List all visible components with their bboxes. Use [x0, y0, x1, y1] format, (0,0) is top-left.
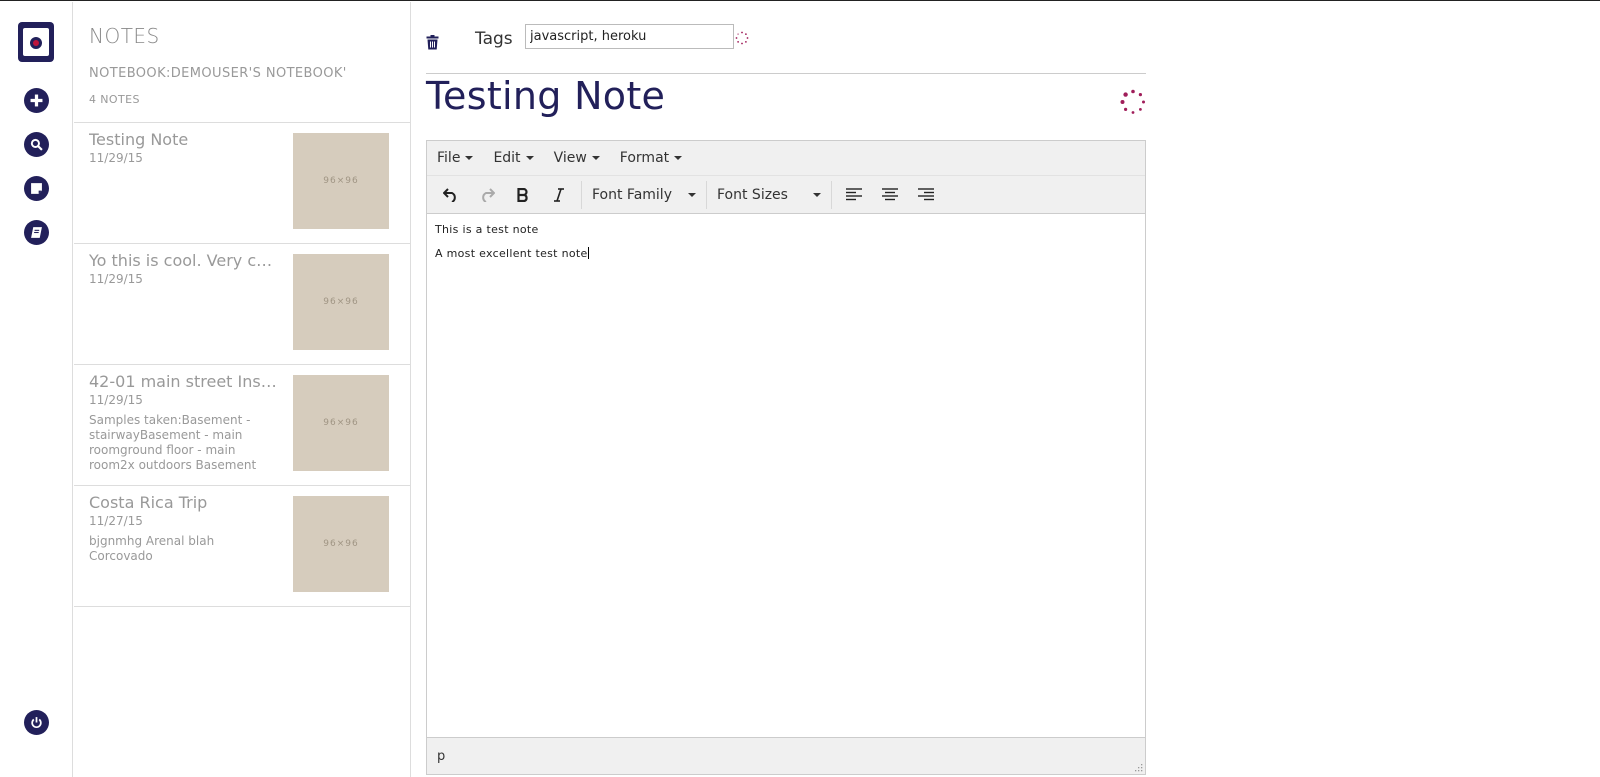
app-logo-icon[interactable]: [18, 22, 54, 62]
menu-view[interactable]: View: [554, 150, 600, 166]
notes-pane: NOTES NOTEBOOK:DEMOUSER'S NOTEBOOK' 4 NO…: [74, 2, 411, 777]
power-icon: [31, 717, 42, 728]
notebooks-button[interactable]: [24, 220, 49, 245]
menu-edit-label: Edit: [493, 150, 521, 166]
align-right-icon: [918, 187, 934, 200]
note-topbar: Tags: [426, 2, 1146, 74]
search-icon: [30, 138, 43, 151]
note-list-item[interactable]: Costa Rica Trip 11/27/15 bjgnmhg Arenal …: [74, 486, 410, 607]
notebook-name: NOTEBOOK:DEMOUSER'S NOTEBOOK': [89, 66, 347, 81]
trash-icon[interactable]: [426, 35, 439, 50]
note-thumbnail: 96×96: [293, 254, 389, 350]
content-paragraph: This is a test note: [435, 223, 539, 236]
element-path[interactable]: p: [437, 749, 445, 764]
editor-content-area[interactable]: This is a test note A most excellent tes…: [427, 214, 1145, 738]
editor-toolbar: Font Family Font Sizes: [427, 176, 1145, 214]
note-item-title: 42-01 main street Inspection: [89, 372, 279, 391]
note-item-snippet: Samples taken:Basement - stairwayBasemen…: [89, 413, 257, 472]
notes-header: NOTES NOTEBOOK:DEMOUSER'S NOTEBOOK' 4 NO…: [74, 2, 410, 123]
toolbar-divider: [581, 180, 582, 209]
notes-button[interactable]: [24, 176, 49, 201]
align-left-icon: [846, 187, 862, 200]
align-center-icon: [882, 187, 898, 200]
menu-file[interactable]: File: [437, 150, 474, 166]
menu-file-label: File: [437, 150, 461, 166]
loading-spinner-icon: [1120, 89, 1145, 114]
editor-menubar: File Edit View Format: [427, 141, 1145, 176]
note-thumbnail: 96×96: [293, 133, 389, 229]
search-button[interactable]: [24, 132, 49, 157]
note-icon: [31, 183, 42, 194]
undo-icon: [443, 187, 456, 202]
tags-label: Tags: [475, 29, 513, 49]
notebook-icon: [31, 227, 42, 238]
bold-icon: [517, 187, 528, 202]
tags-input[interactable]: [525, 24, 734, 49]
content-text: A most excellent test note: [435, 247, 588, 260]
note-thumbnail: 96×96: [293, 496, 389, 592]
caret-down-icon: [813, 192, 821, 197]
caret-down-icon: [591, 156, 600, 160]
note-list-item[interactable]: Yo this is cool. Very cool. 11/29/15 96×…: [74, 244, 410, 365]
font-sizes-label: Font Sizes: [717, 186, 788, 203]
font-family-label: Font Family: [592, 186, 672, 203]
rich-text-editor: File Edit View Format Font Family Font S…: [426, 140, 1146, 775]
resize-handle-icon[interactable]: [1134, 763, 1143, 772]
text-cursor: [587, 247, 589, 259]
logout-button[interactable]: [24, 710, 49, 735]
notes-count: 4 NOTES: [89, 93, 140, 106]
caret-down-icon: [674, 156, 683, 160]
note-item-snippet: bjgnmhg Arenal blah Corcovado: [89, 534, 215, 563]
notes-title: NOTES: [89, 24, 160, 48]
caret-down-icon: [688, 192, 696, 197]
italic-button[interactable]: [541, 180, 577, 210]
note-item-title: Costa Rica Trip: [89, 493, 208, 512]
caret-down-icon: [465, 156, 474, 160]
align-right-button[interactable]: [908, 180, 944, 210]
undo-button[interactable]: [433, 180, 469, 210]
editor-statusbar: p: [427, 737, 1145, 774]
redo-button[interactable]: [469, 180, 505, 210]
left-rail: [0, 2, 73, 777]
italic-icon: [554, 187, 564, 202]
loading-spinner-icon: [735, 31, 749, 45]
note-list-item[interactable]: 42-01 main street Inspection 11/29/15 Sa…: [74, 365, 410, 486]
bold-button[interactable]: [505, 180, 541, 210]
align-center-button[interactable]: [872, 180, 908, 210]
menu-edit[interactable]: Edit: [493, 150, 534, 166]
note-list-item[interactable]: Testing Note 11/29/15 96×96: [74, 123, 410, 244]
toolbar-divider: [706, 180, 707, 209]
note-title[interactable]: Testing Note: [426, 74, 665, 118]
editor-header: Tags: [426, 2, 1146, 74]
caret-down-icon: [525, 156, 534, 160]
note-thumbnail: 96×96: [293, 375, 389, 471]
note-item-title: Yo this is cool. Very cool.: [89, 251, 279, 270]
note-item-title: Testing Note: [89, 130, 189, 149]
toolbar-divider: [831, 180, 832, 209]
font-family-select[interactable]: Font Family: [586, 180, 702, 210]
plus-icon: [30, 94, 43, 107]
menu-format[interactable]: Format: [619, 150, 683, 166]
add-note-button[interactable]: [24, 88, 49, 113]
menu-format-label: Format: [619, 150, 670, 166]
redo-icon: [482, 187, 495, 202]
content-paragraph: A most excellent test note: [435, 247, 1137, 260]
menu-view-label: View: [553, 150, 587, 166]
align-left-button[interactable]: [836, 180, 872, 210]
font-sizes-select[interactable]: Font Sizes: [711, 180, 827, 210]
